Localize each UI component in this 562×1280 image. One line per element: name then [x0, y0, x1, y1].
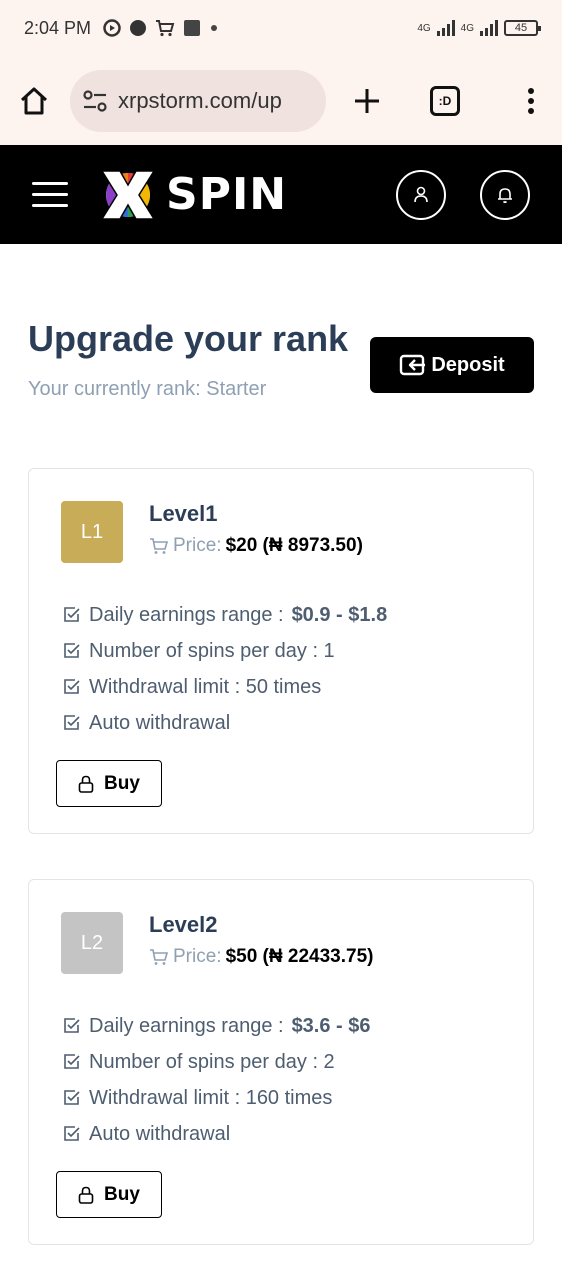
check-square-icon	[64, 607, 80, 622]
deposit-label: Deposit	[431, 353, 505, 376]
url-text[interactable]: xrpstorm.com/up	[118, 88, 282, 114]
withdrawal-text: Withdrawal limit : 160 times	[89, 1086, 333, 1109]
price-row: Price: $20 (₦ 8973.50)	[149, 535, 363, 557]
feature-list: Daily earnings range : $0.9 - $1.8 Numbe…	[63, 597, 387, 741]
more-menu-icon[interactable]	[526, 86, 536, 116]
home-icon[interactable]	[18, 85, 50, 117]
dot-notification-icon	[130, 20, 147, 36]
auto-withdrawal-text: Auto withdrawal	[89, 711, 231, 734]
deposit-button[interactable]: Deposit	[370, 337, 534, 393]
menu-icon[interactable]	[32, 182, 68, 207]
feature-item: Auto withdrawal	[63, 705, 387, 741]
spins-text: Number of spins per day : 1	[89, 639, 335, 662]
app-header: SPIN	[0, 145, 562, 244]
tab-switcher-label: :D	[438, 93, 452, 108]
more-dot-icon	[211, 25, 218, 31]
feature-item: Number of spins per day : 1	[63, 633, 387, 669]
price-label: Price:	[173, 946, 222, 967]
feature-item: Withdrawal limit : 160 times	[63, 1080, 371, 1116]
check-square-icon	[64, 643, 80, 658]
check-square-icon	[64, 679, 80, 694]
price-label: Price:	[173, 535, 222, 556]
spins-text: Number of spins per day : 2	[89, 1050, 335, 1073]
level-badge: L2	[61, 912, 123, 974]
check-square-icon	[64, 1090, 80, 1105]
status-time: 2:04 PM	[24, 17, 92, 38]
price-value: $20 (₦ 8973.50)	[225, 535, 363, 556]
notification-icons	[103, 19, 219, 37]
check-square-icon	[64, 715, 80, 730]
price-value: $50 (₦ 22433.75)	[225, 946, 374, 967]
check-square-icon	[64, 1018, 80, 1033]
price-row: Price: $50 (₦ 22433.75)	[149, 946, 373, 968]
feature-item: Auto withdrawal	[63, 1116, 371, 1152]
level-name: Level1	[149, 501, 218, 526]
battery-icon: 45	[504, 20, 541, 36]
user-icon	[414, 186, 428, 202]
profile-button[interactable]	[396, 169, 446, 220]
lock-icon	[78, 1186, 94, 1204]
network-label-2: 4G	[460, 22, 474, 34]
cart-notification-icon	[156, 20, 175, 37]
tab-switcher-button[interactable]: :D	[430, 85, 460, 116]
check-square-icon	[64, 1126, 80, 1141]
level-card-2: L2 Level2 Price: $50 (₦ 22433.75) Daily …	[28, 879, 534, 1245]
check-square-icon	[64, 1054, 80, 1069]
feature-item: Daily earnings range : $0.9 - $1.8	[63, 597, 387, 633]
cart-icon	[150, 949, 169, 965]
earnings-label: Daily earnings range :	[89, 1014, 284, 1037]
status-bar: 2:04 PM 4G 4G 45	[0, 0, 562, 56]
browser-toolbar: xrpstorm.com/up :D	[0, 56, 562, 145]
lock-icon	[78, 775, 94, 793]
feature-item: Number of spins per day : 2	[63, 1044, 371, 1080]
level-badge: L1	[61, 501, 123, 563]
feature-list: Daily earnings range : $3.6 - $6 Number …	[63, 1008, 371, 1152]
notifications-button[interactable]	[480, 169, 530, 220]
site-settings-icon[interactable]	[82, 89, 108, 113]
level-card-1: L1 Level1 Price: $20 (₦ 8973.50) Daily e…	[28, 468, 534, 834]
earnings-value: $0.9 - $1.8	[291, 603, 388, 626]
feature-item: Withdrawal limit : 50 times	[63, 669, 387, 705]
feature-item: Daily earnings range : $3.6 - $6	[63, 1008, 371, 1044]
new-tab-icon[interactable]	[352, 86, 382, 116]
deposit-icon	[400, 354, 426, 376]
logo-text: SPIN	[166, 169, 288, 220]
withdrawal-text: Withdrawal limit : 50 times	[89, 675, 322, 698]
earnings-value: $3.6 - $6	[291, 1014, 371, 1037]
buy-label: Buy	[104, 772, 140, 794]
status-right: 4G 4G 45	[417, 20, 541, 36]
level-name: Level2	[149, 912, 218, 937]
app-notification-icon	[103, 19, 121, 37]
auto-withdrawal-text: Auto withdrawal	[89, 1122, 231, 1145]
logo[interactable]: SPIN	[98, 167, 287, 223]
bell-icon	[498, 187, 512, 203]
signal-icon	[436, 20, 455, 36]
address-bar[interactable]: xrpstorm.com/up	[70, 69, 326, 132]
network-label-1: 4G	[417, 22, 431, 34]
spin-wheel-logo-icon	[100, 169, 156, 220]
earnings-label: Daily earnings range :	[89, 603, 284, 626]
current-rank-text: Your currently rank: Starter	[28, 378, 267, 400]
buy-label: Buy	[104, 1183, 140, 1205]
page-title: Upgrade your rank	[28, 318, 349, 359]
square-notification-icon	[184, 20, 201, 36]
cart-icon	[150, 538, 169, 554]
signal-icon-2	[480, 20, 498, 36]
buy-button-level2[interactable]: Buy	[56, 1171, 162, 1218]
buy-button-level1[interactable]: Buy	[56, 760, 162, 807]
